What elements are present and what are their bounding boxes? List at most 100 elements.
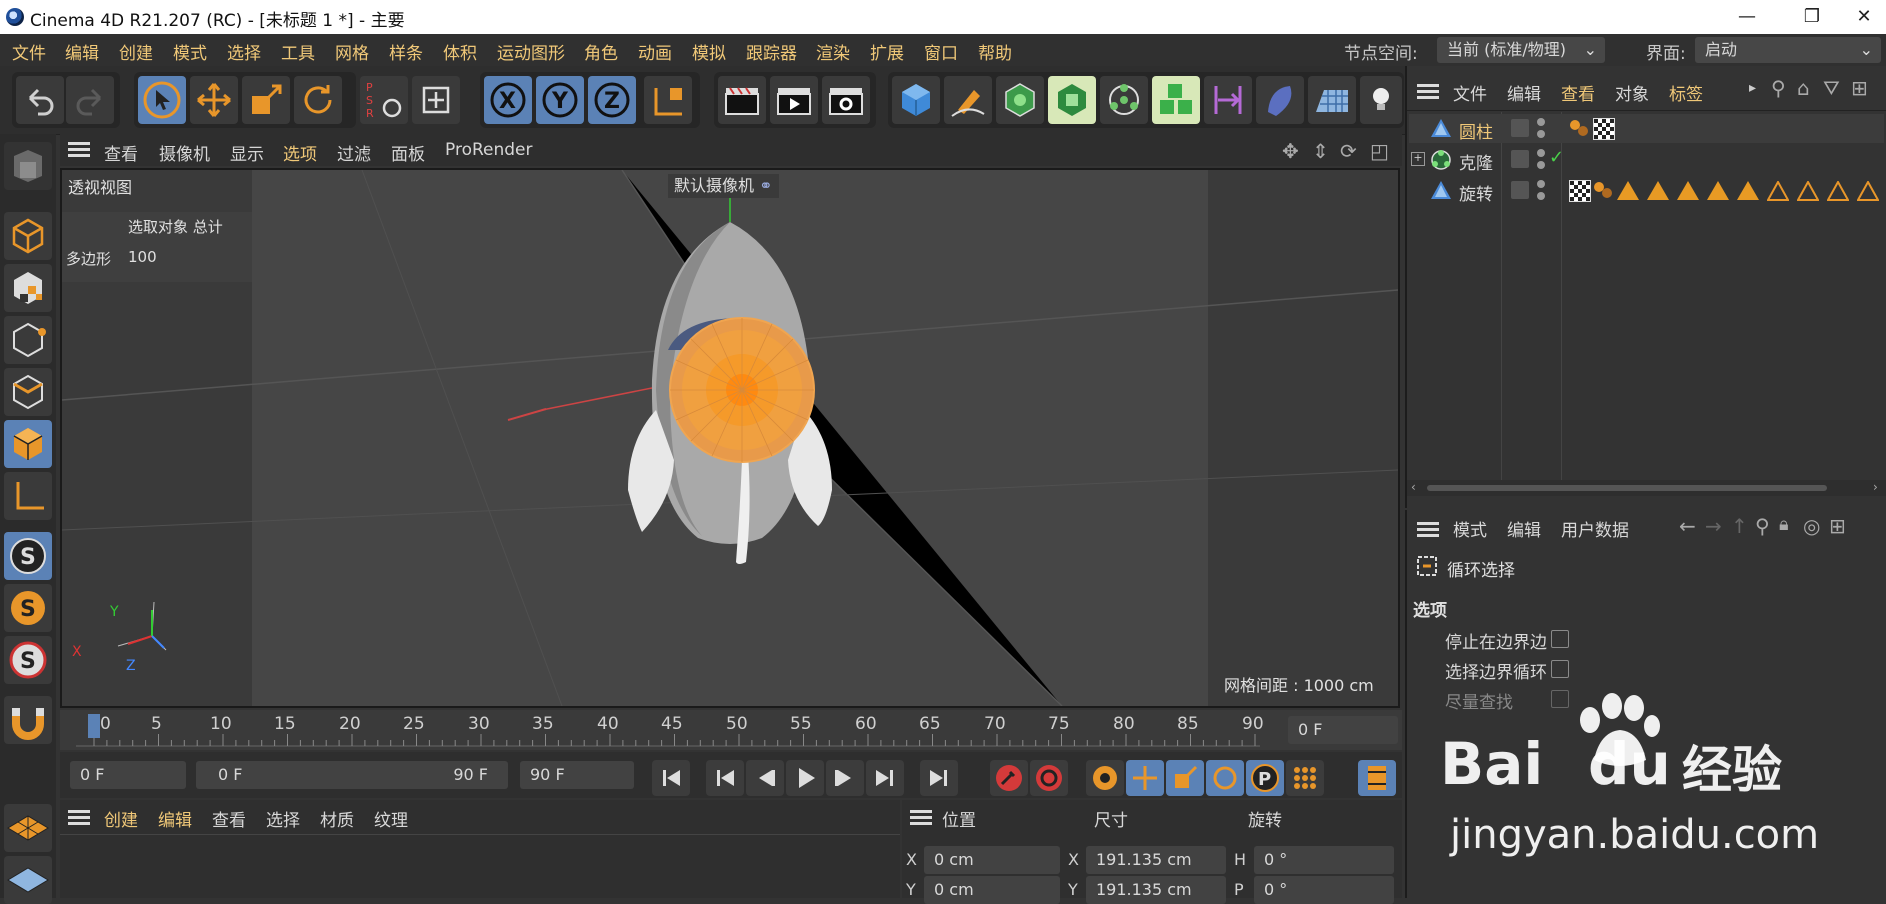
psr-button[interactable]: PSR <box>360 76 408 124</box>
next-frame-button[interactable] <box>826 760 864 796</box>
edge-selection-tag-icon[interactable] <box>1767 181 1789 201</box>
menu-edit[interactable]: 编辑 <box>65 39 99 64</box>
material-menu-create[interactable]: 创建 <box>104 806 138 831</box>
lock-icon[interactable]: 🔒︎ <box>1779 514 1789 535</box>
z-axis-button[interactable]: Z <box>588 76 636 124</box>
menu-tools[interactable]: 工具 <box>281 39 315 64</box>
menu-file[interactable]: 文件 <box>12 39 46 64</box>
close-button[interactable]: ✕ <box>1842 4 1886 30</box>
menu-animate[interactable]: 动画 <box>638 39 672 64</box>
material-balls-tag-icon[interactable] <box>1569 118 1589 138</box>
key-pla-button[interactable] <box>1286 760 1324 796</box>
object-row-cloner[interactable]: + 克隆 ✓ <box>1409 145 1884 174</box>
snap-settings-button[interactable]: S <box>4 584 52 632</box>
viewport-menu-cameras[interactable]: 摄像机 <box>159 140 210 165</box>
hamburger-icon[interactable] <box>910 810 932 826</box>
hamburger-icon[interactable] <box>68 142 90 158</box>
material-menu-texture[interactable]: 纹理 <box>374 806 408 831</box>
expand-toggle-icon[interactable]: + <box>1411 152 1425 166</box>
node-space-dropdown[interactable]: 当前 (标准/物理) ⌄ <box>1437 37 1605 63</box>
deformer-button[interactable] <box>1204 76 1252 124</box>
menu-render[interactable]: 渲染 <box>816 39 850 64</box>
redo-button[interactable] <box>66 76 114 124</box>
visibility-toggle[interactable] <box>1511 150 1529 168</box>
visibility-toggle[interactable] <box>1511 181 1529 199</box>
fracture-button[interactable] <box>1152 76 1200 124</box>
points-mode-button[interactable] <box>4 316 52 364</box>
scrollbar-thumb[interactable] <box>1427 485 1827 491</box>
layout-dropdown[interactable]: 启动 ⌄ <box>1695 37 1881 63</box>
more-menu-icon[interactable]: ▸ <box>1749 80 1756 96</box>
menu-extensions[interactable]: 扩展 <box>870 39 904 64</box>
edge-selection-tag-icon[interactable] <box>1827 181 1849 201</box>
editor-visibility-dot[interactable] <box>1537 180 1545 188</box>
keyframe-selection-button[interactable] <box>1086 760 1124 796</box>
viewport-menu-prorender[interactable]: ProRender <box>445 140 533 160</box>
render-settings-button[interactable] <box>822 76 870 124</box>
material-menu-material[interactable]: 材质 <box>320 806 354 831</box>
pan-view-icon[interactable]: ✥ <box>1282 139 1299 163</box>
viewport-menu-display[interactable]: 显示 <box>230 140 264 165</box>
record-keys-button[interactable] <box>990 760 1028 796</box>
filter-icon[interactable]: ⛛ <box>1823 76 1840 100</box>
selection-tag-icon[interactable] <box>1617 181 1639 200</box>
render-visibility-dot[interactable] <box>1537 192 1545 200</box>
texture-tag-icon[interactable] <box>1593 118 1615 140</box>
model-mode-button[interactable] <box>4 212 52 260</box>
object-menu-edit[interactable]: 编辑 <box>1507 80 1541 105</box>
menu-tracker[interactable]: 跟踪器 <box>746 39 797 64</box>
move-button[interactable] <box>190 76 238 124</box>
play-button[interactable] <box>786 760 824 796</box>
floor-button[interactable] <box>1308 76 1356 124</box>
object-menu-file[interactable]: 文件 <box>1453 80 1487 105</box>
magnet-button[interactable] <box>4 696 52 744</box>
position-x-field[interactable]: 0 cm <box>924 846 1060 874</box>
select-boundary-loop-checkbox[interactable] <box>1551 660 1569 678</box>
object-row-lathe[interactable]: 旋转 <box>1409 176 1884 205</box>
menu-select[interactable]: 选择 <box>227 39 261 64</box>
back-arrow-icon[interactable]: ← <box>1679 514 1696 538</box>
object-row-cylinder[interactable]: 圆柱 <box>1409 114 1884 143</box>
horizontal-scrollbar[interactable]: ‹ › <box>1407 480 1886 496</box>
timeline-window-button[interactable] <box>1358 760 1396 796</box>
x-axis-button[interactable]: X <box>484 76 532 124</box>
camera-label[interactable]: 默认摄像机 ⚭ <box>668 174 779 198</box>
grid-layer-button[interactable] <box>4 856 52 904</box>
previous-key-button[interactable] <box>706 760 744 796</box>
extrude-button[interactable] <box>1048 76 1096 124</box>
go-to-end-button[interactable] <box>920 760 958 796</box>
selection-tag-icon[interactable] <box>1737 181 1759 200</box>
selection-tag-icon[interactable] <box>1707 181 1729 200</box>
search-icon[interactable]: ⚲ <box>1771 76 1786 100</box>
material-menu-edit[interactable]: 编辑 <box>158 806 192 831</box>
render-view-button[interactable] <box>718 76 766 124</box>
hamburger-icon[interactable] <box>1417 522 1439 538</box>
viewport-menu-view[interactable]: 查看 <box>104 140 138 165</box>
menu-create[interactable]: 创建 <box>119 39 153 64</box>
object-menu-view[interactable]: 查看 <box>1561 80 1595 105</box>
key-rotation-button[interactable] <box>1206 760 1244 796</box>
search-icon[interactable]: ⚲ <box>1755 514 1770 538</box>
orbit-view-icon[interactable]: ⟳ <box>1340 139 1357 163</box>
material-balls-tag-icon[interactable] <box>1593 180 1613 200</box>
make-editable-button[interactable] <box>4 142 52 190</box>
object-menu-tags[interactable]: 标签 <box>1669 80 1703 105</box>
timeline-ruler[interactable]: 0 5 10 15 20 25 30 35 40 45 50 55 60 65 … <box>60 710 1402 750</box>
menu-mesh[interactable]: 网格 <box>335 39 369 64</box>
previous-frame-button[interactable] <box>746 760 784 796</box>
edges-mode-button[interactable] <box>4 368 52 416</box>
scale-button[interactable] <box>242 76 290 124</box>
texture-tag-icon[interactable] <box>1569 180 1591 202</box>
frame-range-slider[interactable]: 0 F 90 F <box>196 761 508 789</box>
start-frame-field[interactable]: 0 F <box>70 761 186 789</box>
y-axis-button[interactable]: Y <box>536 76 584 124</box>
object-menu-objects[interactable]: 对象 <box>1615 80 1649 105</box>
workplane-button[interactable] <box>4 804 52 852</box>
autokey-button[interactable] <box>1030 760 1068 796</box>
render-visibility-dot[interactable] <box>1537 130 1545 138</box>
world-coordinates-button[interactable] <box>644 76 692 124</box>
new-window-icon[interactable]: ⊞ <box>1829 514 1846 538</box>
home-icon[interactable]: ⌂ <box>1797 76 1810 100</box>
edge-selection-tag-icon[interactable] <box>1797 181 1819 201</box>
attribute-menu-user-data[interactable]: 用户数据 <box>1561 516 1629 541</box>
